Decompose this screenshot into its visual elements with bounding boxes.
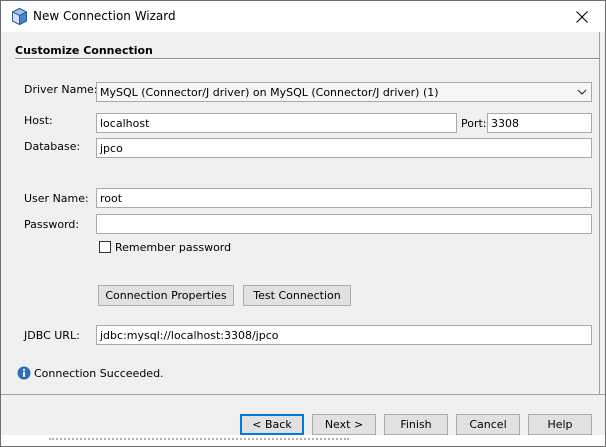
next-button[interactable]: Next > <box>312 414 376 435</box>
jdbc-url-field[interactable]: jdbc:mysql://localhost:3308/jpco <box>96 325 592 345</box>
database-label: Database: <box>24 140 81 153</box>
remember-password-label[interactable]: Remember password <box>115 241 231 254</box>
background-text-fragment <box>49 438 349 446</box>
title-bar[interactable]: New Connection Wizard <box>1 1 605 32</box>
database-field[interactable]: jpco <box>96 138 592 158</box>
new-connection-wizard-dialog: New Connection Wizard Customize Connecti… <box>0 0 606 447</box>
cancel-button[interactable]: Cancel <box>456 414 520 435</box>
help-button[interactable]: Help <box>528 414 592 435</box>
section-divider <box>15 58 599 60</box>
driver-name-label: Driver Name: <box>24 83 98 96</box>
netbeans-cube-icon <box>12 8 27 25</box>
section-title: Customize Connection <box>15 44 153 57</box>
password-label: Password: <box>24 218 80 231</box>
driver-name-select[interactable]: MySQL (Connector/J driver) on MySQL (Con… <box>96 82 592 102</box>
port-field[interactable]: 3308 <box>487 113 592 133</box>
jdbc-url-label: JDBC URL: <box>24 329 80 342</box>
host-label: Host: <box>24 114 53 127</box>
remember-password-checkbox[interactable] <box>99 241 111 253</box>
username-field[interactable]: root <box>96 188 592 208</box>
driver-name-value: MySQL (Connector/J driver) on MySQL (Con… <box>100 86 439 99</box>
username-label: User Name: <box>24 192 89 205</box>
back-button[interactable]: < Back <box>240 414 304 435</box>
window-title: New Connection Wizard <box>33 9 176 23</box>
chevron-down-icon <box>577 89 587 95</box>
background-window-edge <box>1 435 605 446</box>
finish-button[interactable]: Finish <box>384 414 448 435</box>
test-connection-button[interactable]: Test Connection <box>243 285 351 306</box>
info-icon <box>17 366 31 380</box>
close-button[interactable] <box>559 1 605 32</box>
password-field[interactable] <box>96 214 592 234</box>
port-label: Port: <box>461 117 487 130</box>
connection-properties-button[interactable]: Connection Properties <box>98 285 234 306</box>
panel-border <box>599 32 600 394</box>
status-message: Connection Succeeded. <box>34 367 164 380</box>
close-icon <box>576 10 588 23</box>
footer-divider <box>1 394 605 395</box>
host-field[interactable]: localhost <box>96 113 457 133</box>
